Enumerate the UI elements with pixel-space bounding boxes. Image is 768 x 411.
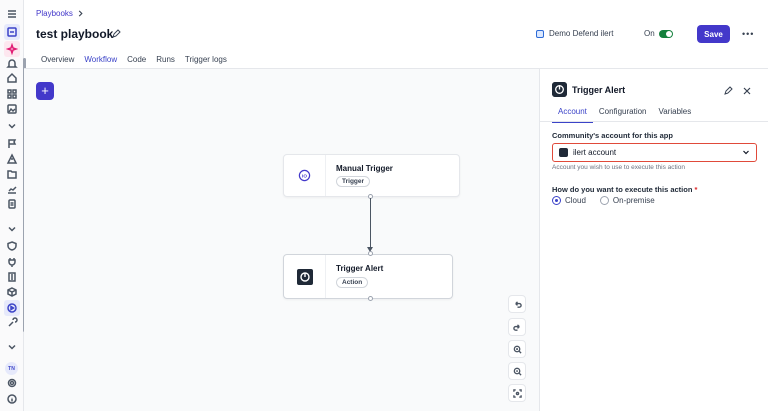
input-port[interactable]: [368, 251, 373, 256]
node-title: Trigger Alert: [336, 264, 384, 273]
undo-icon: [514, 300, 522, 308]
more-options-icon[interactable]: •••: [742, 29, 754, 39]
execution-field-label: How do you want to execute this action *: [552, 185, 697, 194]
execution-radio-group: Cloud On-premise: [552, 196, 655, 205]
breadcrumb-playbooks[interactable]: Playbooks: [36, 9, 73, 18]
grid-icon[interactable]: [5, 87, 19, 101]
connection-edge[interactable]: [370, 198, 371, 250]
radio-cloud[interactable]: [552, 196, 561, 205]
account-help-text: Account you wish to use to execute this …: [552, 164, 685, 171]
node-icon: IO: [284, 155, 326, 196]
fit-view-icon: [512, 388, 522, 398]
chevron-right-icon: [78, 10, 83, 17]
account-select[interactable]: ilert account: [552, 143, 757, 162]
play-circle-icon[interactable]: [4, 300, 20, 316]
output-port[interactable]: [368, 296, 373, 301]
image-icon[interactable]: [5, 102, 19, 116]
pencil-icon[interactable]: [111, 29, 121, 39]
chevron-down-icon[interactable]: [5, 340, 19, 354]
chevron-down-icon[interactable]: [5, 119, 19, 133]
panel-title: Trigger Alert: [572, 85, 626, 95]
zoom-out-button[interactable]: [508, 362, 526, 380]
shield-icon[interactable]: [5, 239, 19, 253]
home-icon[interactable]: [5, 71, 19, 85]
chevron-down-icon[interactable]: [5, 222, 19, 236]
ilert-logo-icon: [552, 82, 567, 97]
chevron-down-icon: [743, 150, 749, 155]
breadcrumb[interactable]: Playbooks: [36, 9, 84, 18]
undo-button[interactable]: [508, 295, 526, 313]
playbooks-icon[interactable]: [4, 24, 20, 40]
add-node-button[interactable]: +: [36, 82, 54, 100]
pencil-icon[interactable]: [723, 86, 733, 96]
svg-text:IO: IO: [302, 173, 307, 178]
zoom-in-icon: [513, 345, 522, 354]
io-trigger-icon: IO: [298, 169, 311, 182]
zoom-out-icon: [513, 367, 522, 376]
execution-label-text: How do you want to execute this action: [552, 185, 693, 194]
redo-icon: [512, 323, 520, 331]
building-icon[interactable]: [5, 270, 19, 284]
node-manual-trigger[interactable]: IO Manual Trigger Trigger: [283, 154, 460, 197]
bell-icon[interactable]: [5, 57, 19, 71]
chart-icon[interactable]: [5, 182, 19, 196]
required-mark: *: [694, 185, 698, 194]
close-icon[interactable]: [742, 86, 752, 96]
ilert-logo-icon: [559, 148, 568, 157]
toggle-switch[interactable]: [658, 29, 673, 38]
avatar[interactable]: TN: [5, 362, 18, 375]
sparkle-icon[interactable]: [4, 41, 20, 57]
save-button[interactable]: Save: [697, 25, 730, 43]
info-icon[interactable]: [5, 392, 19, 406]
app-logo-icon: [536, 29, 544, 38]
node-trigger-alert[interactable]: Trigger Alert Action: [283, 254, 453, 299]
zoom-in-button[interactable]: [508, 340, 526, 358]
workflow-canvas[interactable]: [24, 69, 539, 411]
fit-view-button[interactable]: [508, 384, 526, 402]
node-title: Manual Trigger: [336, 164, 393, 173]
redo-button[interactable]: [508, 318, 526, 336]
ilert-logo-icon: [296, 268, 313, 285]
app-window: TN Playbooks test playbook Demo Defend i…: [0, 0, 768, 411]
wrench-icon[interactable]: [5, 316, 19, 330]
node-type-badge: Trigger: [336, 176, 371, 187]
flag-icon[interactable]: [5, 137, 19, 151]
node-type-badge: Action: [336, 277, 369, 288]
toggle-label: On: [644, 29, 655, 38]
page-title: test playbook: [36, 27, 114, 41]
account-field-label: Community's account for this app: [552, 131, 673, 140]
app-name: Demo Defend ilert: [549, 29, 614, 38]
menu-icon[interactable]: [5, 7, 19, 21]
plug-icon[interactable]: [5, 255, 19, 269]
panel-tabs-divider: [540, 121, 768, 122]
active-toggle[interactable]: On: [644, 29, 673, 38]
folder-icon[interactable]: [5, 167, 19, 181]
node-icon: [284, 255, 326, 298]
left-rail: TN: [0, 0, 26, 411]
warning-icon[interactable]: [5, 152, 19, 166]
gear-icon[interactable]: [5, 376, 19, 390]
radio-on-premise-label[interactable]: On-premise: [613, 196, 655, 205]
app-chip[interactable]: Demo Defend ilert: [536, 29, 613, 38]
cube-icon[interactable]: [5, 285, 19, 299]
radio-on-premise[interactable]: [599, 196, 609, 205]
document-icon[interactable]: [5, 197, 19, 211]
radio-cloud-label[interactable]: Cloud: [565, 196, 586, 205]
account-select-value: ilert account: [573, 148, 617, 157]
